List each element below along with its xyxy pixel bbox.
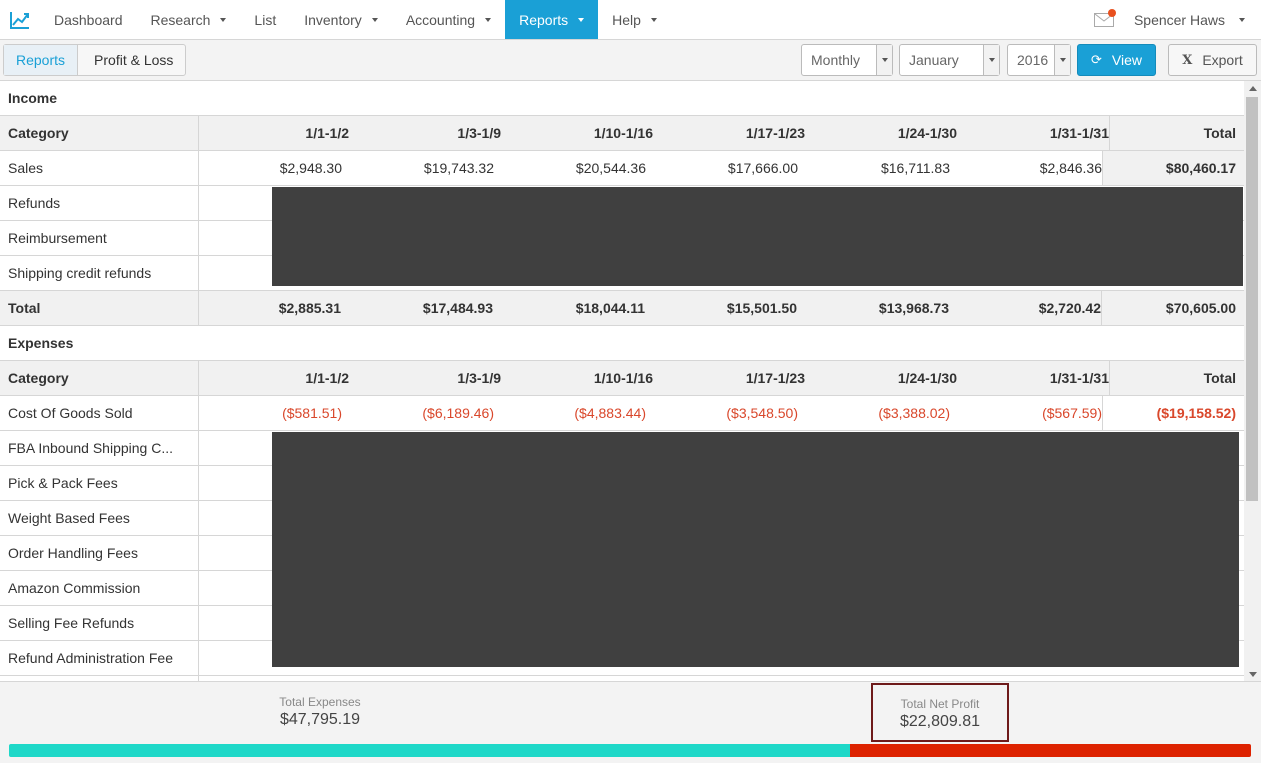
nav-accounting[interactable]: Accounting [392, 0, 505, 39]
caret-down-icon [371, 17, 378, 22]
refresh-icon: ⟳ [1091, 52, 1102, 67]
vertical-scrollbar[interactable] [1244, 81, 1261, 681]
year-select[interactable]: 2016 [1007, 44, 1071, 76]
nav-dashboard[interactable]: Dashboard [40, 0, 137, 39]
app-logo-icon[interactable] [0, 0, 40, 39]
nav-inventory[interactable]: Inventory [290, 0, 392, 39]
redacted-block [272, 432, 1239, 667]
table-row: Cost Of Goods Sold ($581.51) ($6,189.46)… [0, 396, 1244, 431]
table-row: Sales $2,948.30 $19,743.32 $20,544.36 $1… [0, 151, 1244, 186]
view-button[interactable]: ⟳ View [1077, 44, 1156, 76]
summary-footer: Total Expenses $47,795.19 Total Net Prof… [0, 681, 1261, 763]
income-total-row: Total $2,885.31 $17,484.93 $18,044.11 $1… [0, 291, 1244, 326]
export-button[interactable]: X Export [1168, 44, 1257, 76]
caret-down-icon [485, 17, 492, 22]
profit-expense-bar [9, 744, 1251, 757]
net-profit-stat: Total Net Profit $22,809.81 [871, 683, 1009, 742]
expense-segment [849, 744, 1251, 757]
nav-reports[interactable]: Reports [505, 0, 599, 39]
excel-icon: X [1182, 52, 1193, 68]
chevron-down-icon [983, 45, 999, 75]
caret-down-icon [1239, 17, 1245, 22]
caret-down-icon [220, 17, 227, 22]
messages-button[interactable] [1084, 0, 1124, 39]
chevron-down-icon [876, 45, 892, 75]
scrollbar-thumb[interactable] [1246, 97, 1258, 501]
report-content: Income Category 1/1-1/2 1/3-1/9 1/10-1/1… [0, 81, 1244, 681]
month-select[interactable]: January [899, 44, 1000, 76]
top-navbar: Dashboard Research List Inventory Accoun… [0, 0, 1261, 40]
breadcrumb: Reports Profit & Loss [3, 44, 187, 76]
caret-down-icon [578, 17, 585, 22]
chevron-down-icon [1054, 45, 1070, 75]
scroll-down-icon[interactable] [1244, 667, 1261, 681]
income-section-title: Income [0, 81, 1244, 116]
nav-research[interactable]: Research [137, 0, 241, 39]
nav-help[interactable]: Help [598, 0, 671, 39]
user-menu[interactable]: Spencer Haws [1124, 0, 1261, 39]
nav-list[interactable]: List [240, 0, 290, 39]
notification-dot [1107, 9, 1116, 17]
caret-down-icon [650, 17, 657, 22]
total-expenses-stat: Total Expenses $47,795.19 [279, 695, 361, 728]
income-header-row: Category 1/1-1/2 1/3-1/9 1/10-1/16 1/17-… [0, 116, 1244, 151]
period-select[interactable]: Monthly [801, 44, 893, 76]
expenses-header-row: Category 1/1-1/2 1/3-1/9 1/10-1/16 1/17-… [0, 361, 1244, 396]
expenses-section-title: Expenses [0, 326, 1244, 361]
report-toolbar: Reports Profit & Loss Monthly January 20… [0, 40, 1261, 81]
profit-segment [9, 744, 850, 757]
scroll-up-icon[interactable] [1244, 81, 1261, 95]
breadcrumb-profit-loss: Profit & Loss [94, 52, 174, 68]
redacted-block [272, 187, 1243, 286]
breadcrumb-reports[interactable]: Reports [4, 45, 79, 75]
